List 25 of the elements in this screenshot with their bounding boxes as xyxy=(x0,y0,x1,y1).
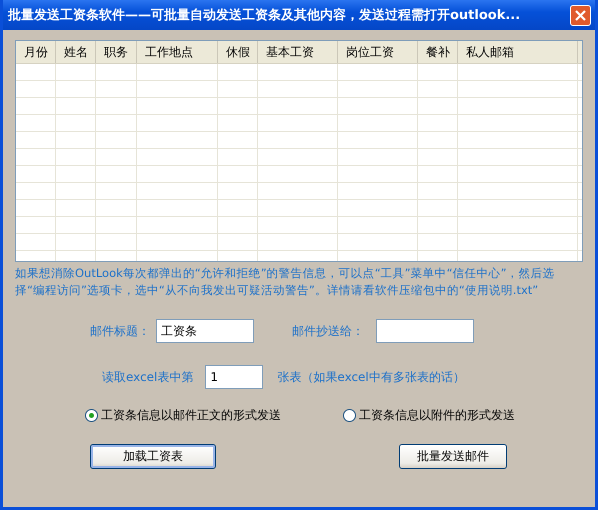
radio-button[interactable] xyxy=(85,409,98,422)
column-header[interactable]: 私人邮箱 xyxy=(458,41,578,63)
close-button[interactable] xyxy=(570,4,591,26)
column-header[interactable]: 休假 xyxy=(218,41,258,63)
sheet-field[interactable]: 1 xyxy=(205,365,264,389)
window-title: 批量发送工资条软件——可批量自动发送工资条及其他内容，发送过程需打开outlook... xyxy=(8,6,520,24)
close-icon xyxy=(574,8,587,22)
column-header[interactable]: 姓名 xyxy=(56,41,96,63)
column-header[interactable]: 职务 xyxy=(96,41,137,63)
send-button[interactable]: 批量发送邮件 xyxy=(399,444,507,469)
subject-field[interactable]: 工资条 xyxy=(156,319,254,343)
cc-field[interactable] xyxy=(376,319,474,343)
column-header[interactable]: 工作地点 xyxy=(137,41,218,63)
sheet-label: 读取excel表中第 xyxy=(102,368,194,386)
column-header[interactable]: 餐补 xyxy=(418,41,458,63)
hint-text: 如果想消除OutLook每次都弹出的“允许和拒绝”的警告信息，可以点“工具”菜单中“信任中心”，然后选择“编程访问”选项卡，选中“从不向我发出可疑活动警告”。详情请看软件压缩包中的“使用说明.txt” xyxy=(15,265,556,299)
subject-label: 邮件标题： xyxy=(90,322,151,340)
column-header[interactable]: 月份 xyxy=(16,41,56,63)
load-button[interactable]: 加载工资表 xyxy=(90,444,216,469)
column-header[interactable]: 岗位工资 xyxy=(338,41,418,63)
radio-button[interactable] xyxy=(343,409,356,422)
cc-label: 邮件抄送给： xyxy=(292,322,364,340)
column-header[interactable]: 基本工资 xyxy=(258,41,338,63)
data-grid[interactable]: 月份 姓名 职务 工作地点 休假 基本工资 岗位工资 餐补 私人邮箱 xyxy=(15,40,583,262)
sheet-suffix: 张表（如果excel中有多张表的话） xyxy=(277,368,465,386)
